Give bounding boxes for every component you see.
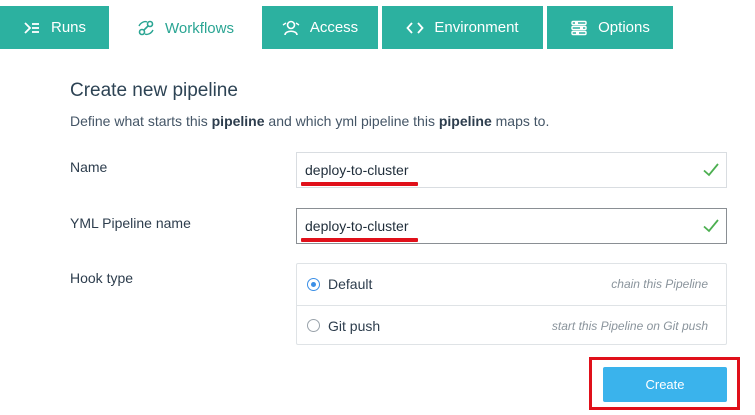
- desc-text-2: and which yml pipeline this: [264, 113, 439, 129]
- page-title: Create new pipeline: [70, 80, 238, 101]
- tab-access[interactable]: Access: [262, 6, 378, 49]
- tab-options[interactable]: Options: [547, 6, 673, 49]
- tab-access-label: Access: [309, 19, 359, 36]
- radio-git-push[interactable]: [307, 319, 320, 332]
- workflows-icon: [138, 20, 154, 36]
- yml-pipeline-input-value: deploy-to-cluster: [305, 218, 409, 234]
- page-description: Define what starts this pipeline and whi…: [70, 113, 549, 129]
- tab-workflows[interactable]: Workflows: [113, 6, 258, 50]
- yml-pipeline-label: YML Pipeline name: [70, 215, 191, 231]
- hook-option-git-push-label: Git push: [328, 317, 381, 334]
- name-label: Name: [70, 159, 108, 175]
- hook-option-git-push-hint: start this Pipeline on Git push: [551, 318, 708, 333]
- sliders-icon: [571, 20, 587, 35]
- hook-type-radio-group: Default chain this Pipeline Git push sta…: [296, 263, 727, 345]
- hook-option-default[interactable]: Default chain this Pipeline: [297, 264, 726, 304]
- tab-environment[interactable]: Environment: [382, 6, 543, 49]
- name-input-value: deploy-to-cluster: [305, 162, 409, 178]
- desc-bold-1: pipeline: [211, 113, 265, 129]
- tab-options-label: Options: [598, 19, 650, 36]
- desc-text-1: Define what starts this: [70, 113, 212, 129]
- hook-option-default-hint: chain this Pipeline: [611, 277, 708, 291]
- radio-default[interactable]: [307, 277, 320, 291]
- tab-bar: Runs Workflows Access Environment Option…: [0, 0, 755, 50]
- tab-runs[interactable]: Runs: [0, 6, 109, 49]
- hook-option-git-push[interactable]: Git push start this Pipeline on Git push: [297, 305, 726, 345]
- tab-environment-label: Environment: [434, 19, 519, 36]
- hook-option-default-label: Default: [328, 276, 373, 292]
- runs-icon: [24, 21, 39, 34]
- desc-bold-2: pipeline: [438, 113, 492, 129]
- name-highlight-underline: [301, 182, 418, 186]
- tab-workflows-label: Workflows: [165, 19, 234, 37]
- create-button[interactable]: Create: [603, 367, 727, 402]
- tab-runs-label: Runs: [50, 19, 87, 36]
- check-icon: [703, 219, 719, 233]
- hook-type-label: Hook type: [70, 270, 134, 286]
- code-icon: [406, 21, 425, 34]
- yml-highlight-underline: [301, 238, 418, 242]
- desc-text-3: maps to.: [491, 113, 550, 129]
- check-icon: [703, 163, 719, 177]
- access-icon: [282, 20, 300, 35]
